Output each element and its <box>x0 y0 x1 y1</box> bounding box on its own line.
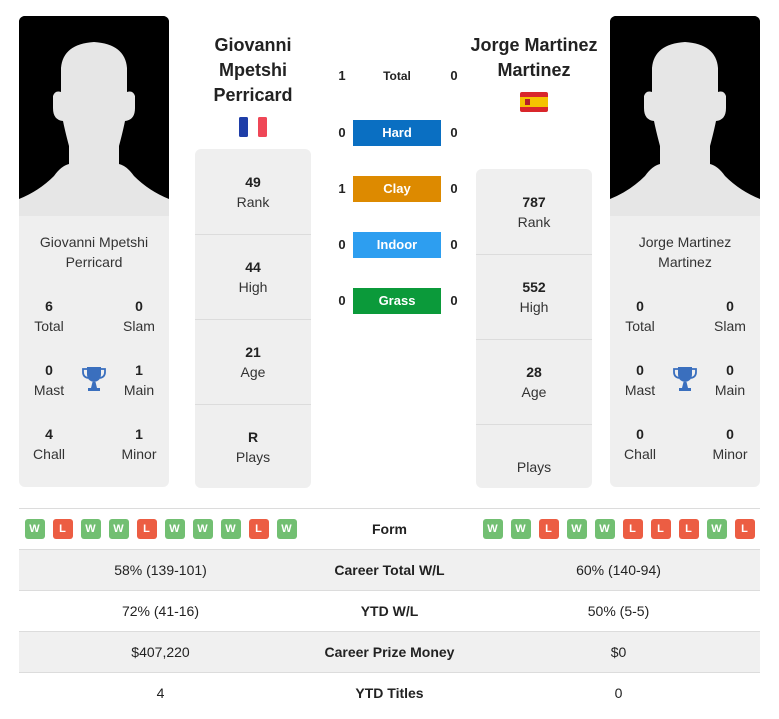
player2-name[interactable]: Jorge Martinez Martinez <box>462 33 606 83</box>
player2-ytd-wl: 50% (5-5) <box>587 603 650 619</box>
player2-prize-money: $0 <box>610 644 627 660</box>
player1-high: 44 High <box>195 234 311 319</box>
player1-rank-box: 49 Rank 44 High 21 Age R Plays <box>195 149 311 488</box>
player1-plays: R Plays <box>195 404 311 488</box>
career-wl-label: Career Total W/L <box>334 562 445 578</box>
trophy-icon <box>82 367 106 391</box>
player2-rank: 787 Rank <box>517 193 551 230</box>
player1-ytd-titles: 4 <box>156 685 165 701</box>
player1-titles-total: 6 Total <box>34 298 64 334</box>
player2-form: WWLWWLLLWL <box>477 509 760 549</box>
player2-ytd-titles: 0 <box>614 685 623 701</box>
player1-name[interactable]: Giovanni Mpetshi Perricard <box>185 33 321 108</box>
player1-titles-main: 1 Main <box>123 362 155 398</box>
ytd-wl-row: 72% (41-16) YTD W/L 50% (5-5) <box>19 590 760 631</box>
form-win-badge[interactable]: W <box>108 519 129 539</box>
form-win-badge[interactable]: W <box>24 519 45 539</box>
player2-age: 28 Age <box>476 339 592 424</box>
h2h-total-row: 1 Total 0 <box>330 63 470 89</box>
comparison-table: WLWWLWWWLW Form WWLWWLLLWL 58% (139-101)… <box>19 508 760 713</box>
form-win-badge[interactable]: W <box>192 519 213 539</box>
spain-flag-icon <box>520 92 548 112</box>
form-win-badge[interactable]: W <box>276 519 297 539</box>
ytd-wl-label: YTD W/L <box>360 603 419 619</box>
player1-form: WLWWLWWWLW <box>19 509 302 549</box>
player1-career-wl: 58% (139-101) <box>114 562 207 578</box>
surface-indoor-badge[interactable]: Indoor <box>353 232 441 258</box>
player1-titles-minor: 1 Minor <box>121 426 157 462</box>
player1-age: 21 Age <box>195 319 311 404</box>
player2-titles-chall: 0 Chall <box>624 426 656 462</box>
form-loss-badge[interactable]: L <box>538 519 559 539</box>
form-win-badge[interactable]: W <box>164 519 185 539</box>
player1-titles-chall: 4 Chall <box>33 426 65 462</box>
player2-titles-mast: 0 Mast <box>624 362 656 398</box>
h2h-hard-row: 0 Hard 0 <box>330 120 470 146</box>
player2-high: 552 High <box>476 254 592 339</box>
surface-hard-badge[interactable]: Hard <box>353 120 441 146</box>
player2-titles-total: 0 Total <box>625 298 655 334</box>
player2-titles-slam: 0 Slam <box>714 298 746 334</box>
h2h-clay-row: 1 Clay 0 <box>330 176 470 202</box>
player1-titles-mast: 0 Mast <box>33 362 65 398</box>
france-flag-icon <box>239 117 267 137</box>
form-row: WLWWLWWWLW Form WWLWWLLLWL <box>19 508 760 549</box>
career-wl-row: 58% (139-101) Career Total W/L 60% (140-… <box>19 549 760 590</box>
form-win-badge[interactable]: W <box>482 519 503 539</box>
form-loss-badge[interactable]: L <box>52 519 73 539</box>
form-loss-badge[interactable]: L <box>136 519 157 539</box>
form-label: Form <box>372 521 407 537</box>
player1-ytd-wl: 72% (41-16) <box>121 603 200 619</box>
player-silhouette-icon <box>610 16 760 216</box>
ytd-titles-label: YTD Titles <box>355 685 424 701</box>
form-win-badge[interactable]: W <box>594 519 615 539</box>
ytd-titles-row: 4 YTD Titles 0 <box>19 672 760 713</box>
player1-photo <box>19 16 169 216</box>
player1-prize-money: $407,220 <box>131 644 190 660</box>
player-silhouette-icon <box>19 16 169 216</box>
form-loss-badge[interactable]: L <box>248 519 269 539</box>
surface-grass-badge[interactable]: Grass <box>353 288 441 314</box>
trophy-icon <box>673 367 697 391</box>
player2-rank-box: 787 Rank 552 High 28 Age Plays <box>476 169 592 488</box>
prize-money-label: Career Prize Money <box>324 644 455 660</box>
form-win-badge[interactable]: W <box>566 519 587 539</box>
surface-clay-badge[interactable]: Clay <box>353 176 441 202</box>
player1-rank: 49 Rank <box>236 173 270 210</box>
player1-titles-slam: 0 Slam <box>123 298 155 334</box>
form-loss-badge[interactable]: L <box>650 519 671 539</box>
form-loss-badge[interactable]: L <box>678 519 699 539</box>
form-win-badge[interactable]: W <box>510 519 531 539</box>
player2-card: Jorge Martinez Martinez 0 Total 0 Slam 0 Ma… <box>610 16 760 487</box>
player2-plays: Plays <box>476 424 592 488</box>
player2-titles-main: 0 Main <box>714 362 746 398</box>
form-loss-badge[interactable]: L <box>734 519 755 539</box>
player1-card-name: Giovanni Mpetshi Perricard <box>39 234 149 270</box>
player2-photo <box>610 16 760 216</box>
h2h-indoor-row: 0 Indoor 0 <box>330 232 470 258</box>
player2-titles-minor: 0 Minor <box>712 426 748 462</box>
player2-career-wl: 60% (140-94) <box>576 562 661 578</box>
form-win-badge[interactable]: W <box>220 519 241 539</box>
prize-money-row: $407,220 Career Prize Money $0 <box>19 631 760 672</box>
form-win-badge[interactable]: W <box>80 519 101 539</box>
player1-card: Giovanni Mpetshi Perricard 6 Total 0 Slam … <box>19 16 169 487</box>
surface-total-label: Total <box>383 69 411 83</box>
form-loss-badge[interactable]: L <box>622 519 643 539</box>
form-win-badge[interactable]: W <box>706 519 727 539</box>
h2h-grass-row: 0 Grass 0 <box>330 288 470 314</box>
player2-card-name: Jorge Martinez Martinez <box>638 234 732 270</box>
